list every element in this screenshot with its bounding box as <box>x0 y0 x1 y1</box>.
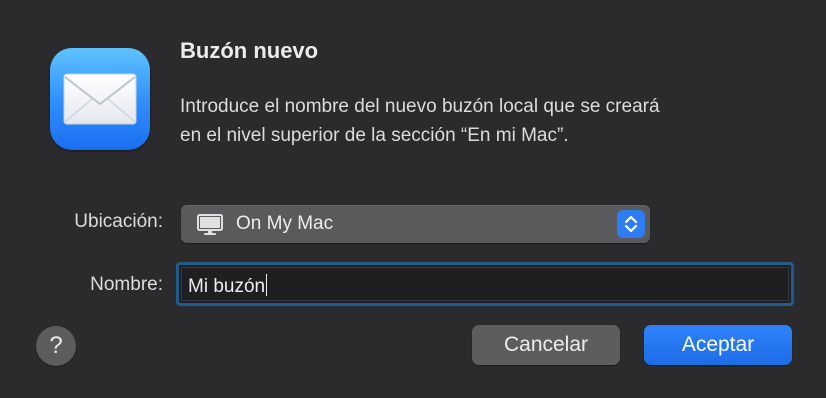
mail-app-icon <box>50 48 150 150</box>
popup-stepper <box>617 210 645 238</box>
dialog-message-line-2: en el nivel superior de la sección “En m… <box>180 125 569 146</box>
chevron-up-down-icon <box>624 215 638 233</box>
help-button[interactable]: ? <box>36 326 76 366</box>
dialog-message: Introduce el nombre del nuevo buzón loca… <box>180 92 800 150</box>
dialog-title: Buzón nuevo <box>180 38 319 63</box>
location-popup-button[interactable]: On My Mac <box>181 205 650 243</box>
name-field[interactable]: Mi buzón <box>176 262 794 306</box>
location-label: Ubicación: <box>74 211 163 232</box>
location-value: On My Mac <box>236 213 334 234</box>
computer-icon <box>197 214 223 235</box>
name-field-value: Mi buzón <box>188 274 268 298</box>
text-caret <box>266 274 268 296</box>
envelope-icon <box>63 73 137 125</box>
name-label: Nombre: <box>90 274 163 295</box>
accept-button[interactable]: Aceptar <box>644 325 792 365</box>
cancel-button[interactable]: Cancelar <box>472 325 620 365</box>
dialog-message-line-1: Introduce el nombre del nuevo buzón loca… <box>180 96 660 117</box>
name-field-text: Mi buzón <box>188 276 266 297</box>
name-field-inner <box>181 267 789 301</box>
new-mailbox-dialog: Buzón nuevo Introduce el nombre del nuev… <box>0 0 826 398</box>
